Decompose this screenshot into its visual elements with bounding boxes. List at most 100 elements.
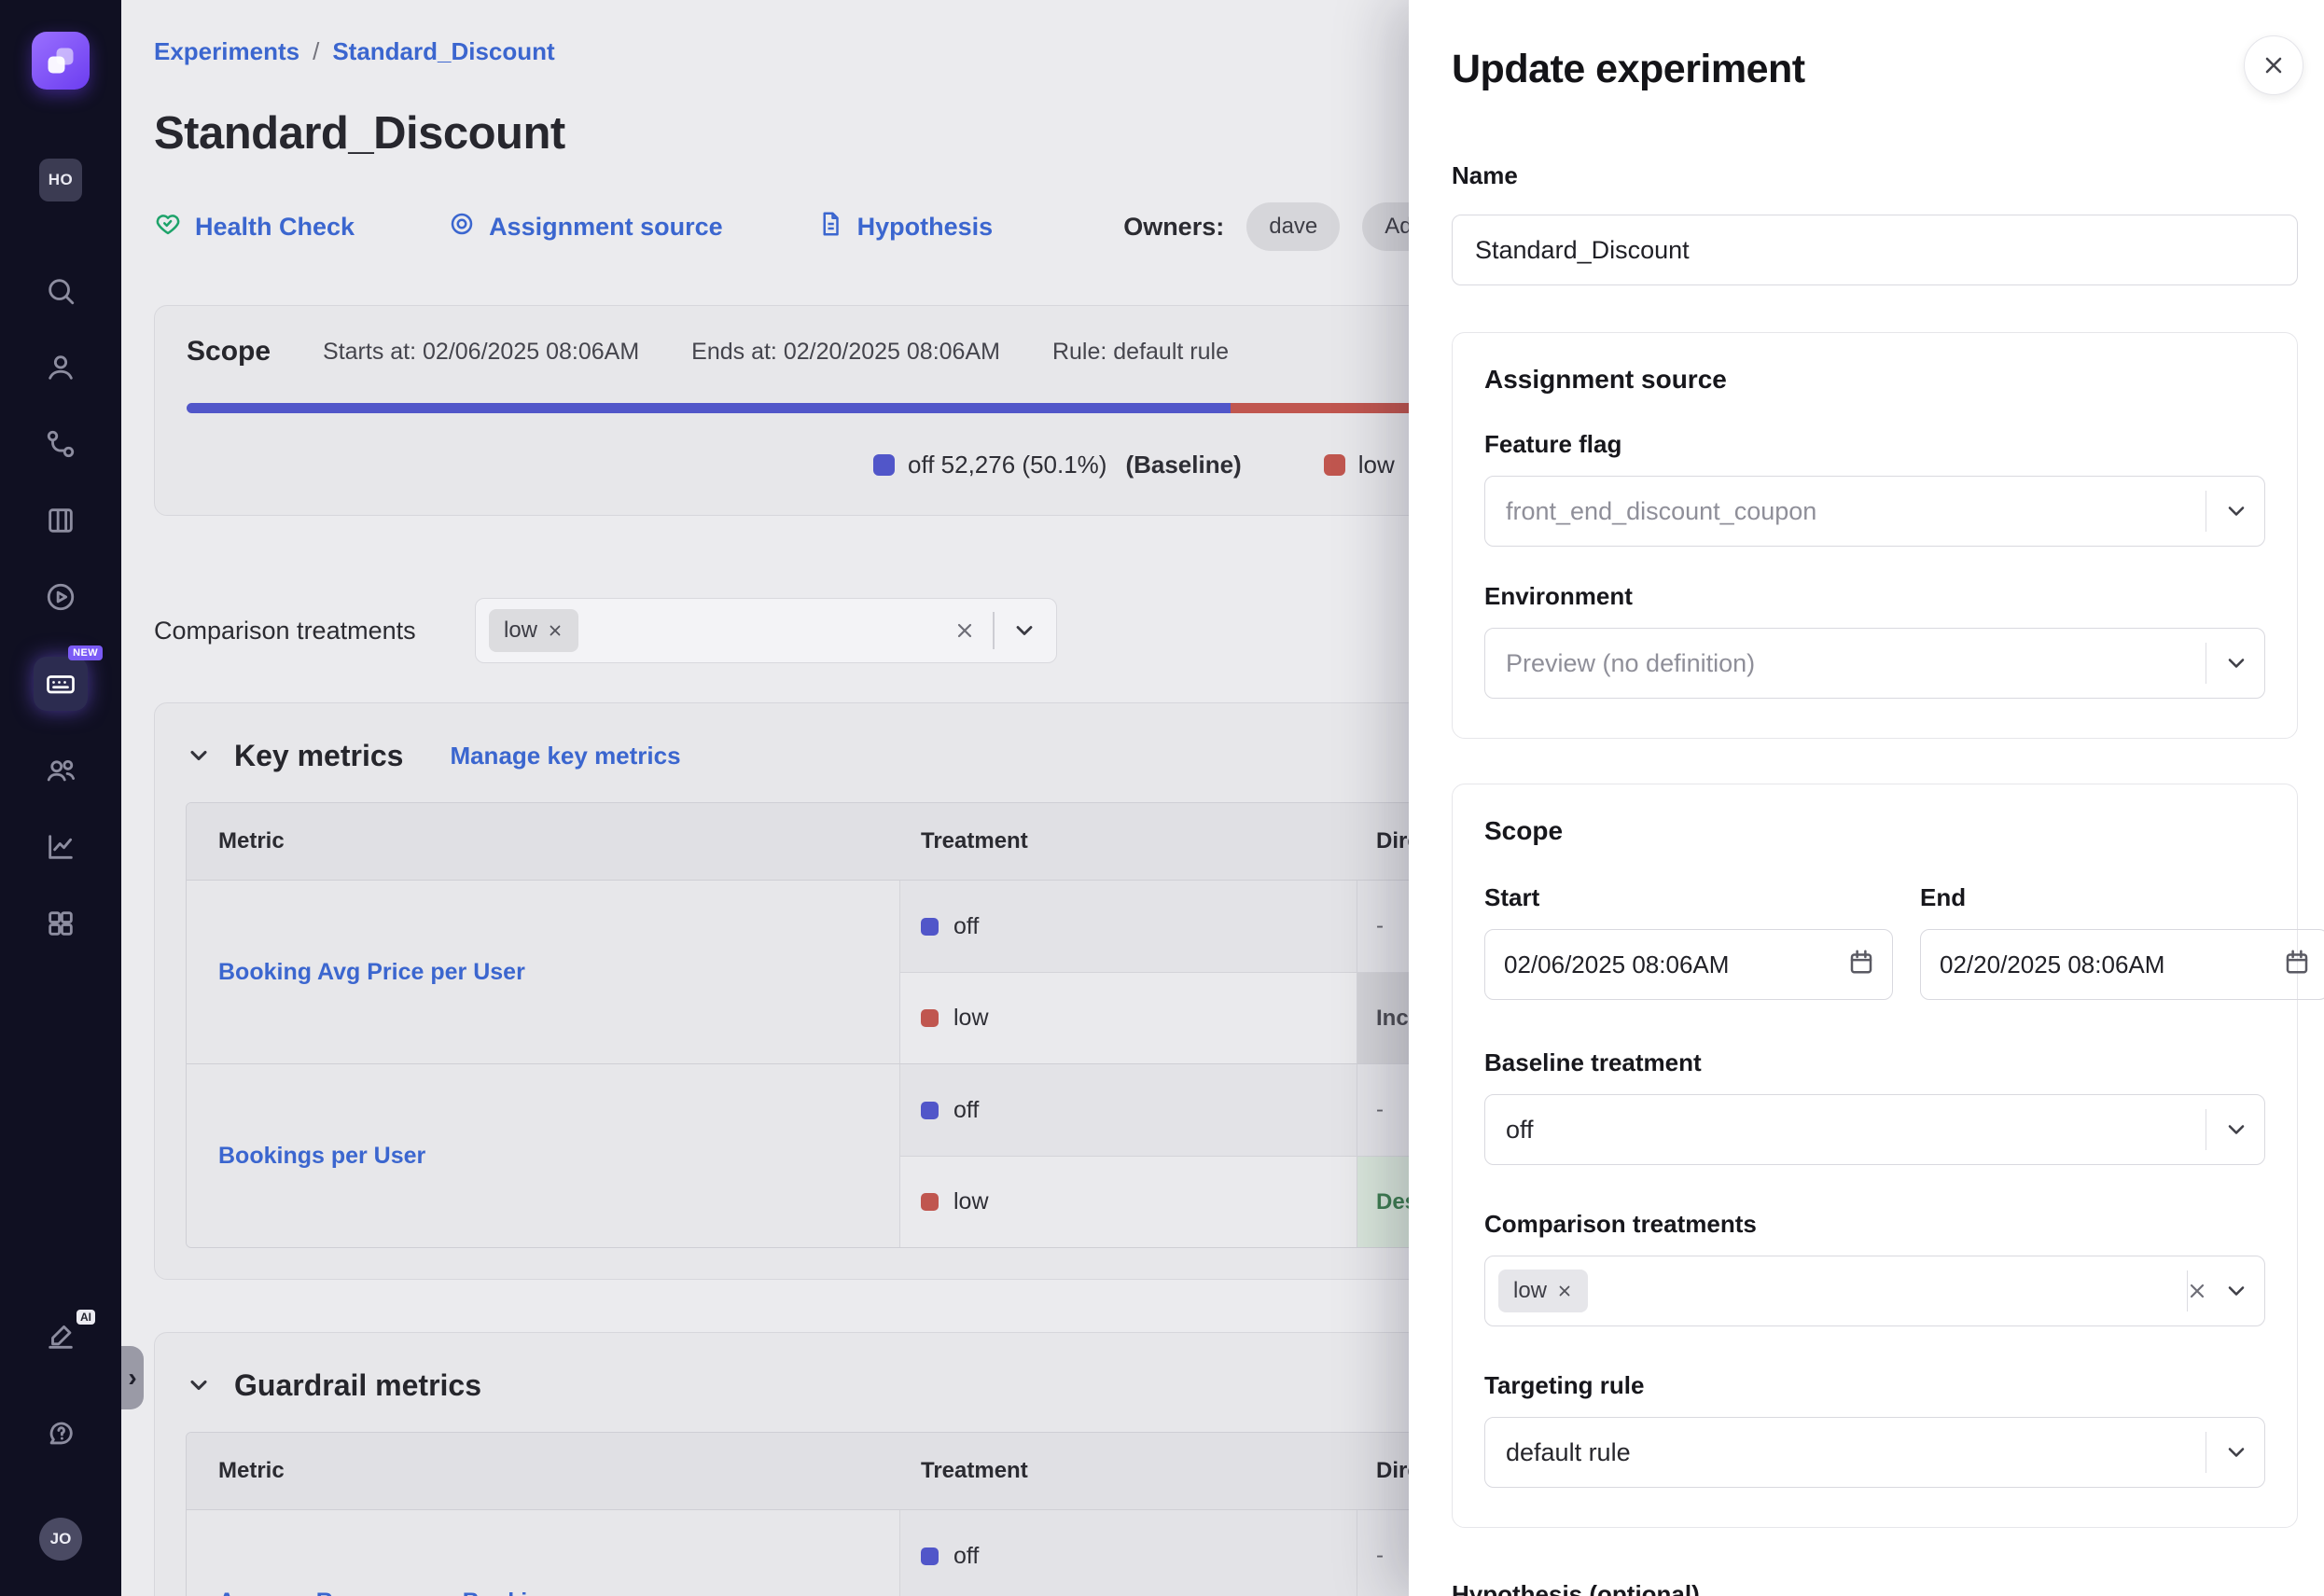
chevron-down-icon[interactable] [2223, 1278, 2249, 1304]
health-check-link[interactable]: Health Check [154, 210, 355, 244]
collapse-chevron-icon[interactable] [186, 742, 212, 769]
date-range-row: Start 02/06/2025 08:06AM End 02/20/2025 … [1484, 883, 2265, 1000]
metric-link[interactable]: Average Revenue per Booking [218, 1589, 556, 1596]
baseline-treatment-select[interactable]: off [1484, 1094, 2265, 1165]
combo-divider [993, 612, 995, 649]
metric-cell: Booking Avg Price per User [187, 881, 900, 1063]
select-controls [2206, 1432, 2249, 1473]
chevron-down-icon[interactable] [2223, 650, 2249, 676]
comparison-treatments-label: Comparison treatments [154, 617, 475, 645]
comparison-treatments-select[interactable]: low [475, 598, 1057, 663]
scope-rule: Rule: default rule [1052, 339, 1229, 366]
targeting-rule-value: default rule [1506, 1438, 1631, 1467]
treatment-swatch-off [921, 1547, 939, 1565]
treatment-swatch-off [921, 918, 939, 936]
end-date-input[interactable]: 02/20/2025 08:06AM [1920, 929, 2324, 1000]
metric-link[interactable]: Booking Avg Price per User [218, 959, 525, 986]
chevron-down-icon[interactable] [2223, 1439, 2249, 1465]
flow-split-icon[interactable] [44, 427, 77, 461]
search-icon[interactable] [44, 274, 77, 308]
legend-item-off: off 52,276 (50.1%) (Baseline) [873, 451, 1242, 479]
scope-starts-at: Starts at: 02/06/2025 08:06AM [323, 339, 639, 366]
metric-link[interactable]: Bookings per User [218, 1143, 425, 1170]
breadcrumb-link-experiment[interactable]: Standard_Discount [332, 37, 554, 66]
legend-label-off: off 52,276 (50.1%) [908, 451, 1106, 479]
hypothesis-link[interactable]: Hypothesis [816, 210, 994, 244]
treatment-name: off [953, 913, 979, 940]
close-icon [2261, 52, 2287, 78]
treatment-swatch-low [921, 1009, 939, 1027]
select-controls [2206, 1109, 2249, 1150]
calendar-icon[interactable] [2283, 948, 2311, 982]
columns-icon[interactable] [44, 504, 77, 537]
clear-selection-icon[interactable] [953, 619, 976, 642]
legend-swatch-low [1324, 454, 1345, 476]
start-date-input[interactable]: 02/06/2025 08:06AM [1484, 929, 1893, 1000]
owner-chip-dave[interactable]: dave [1246, 202, 1340, 251]
assignment-source-label: Assignment source [489, 213, 723, 242]
keyboard-icon[interactable]: NEW [34, 657, 88, 711]
feature-flag-select[interactable]: front_end_discount_coupon [1484, 476, 2265, 547]
legend-label-low: low [1358, 451, 1395, 479]
sidebar-nav: NEW [34, 274, 88, 940]
start-date-value: 02/06/2025 08:06AM [1504, 951, 1729, 979]
chevron-down-icon[interactable] [2223, 498, 2249, 524]
legend-item-low: low [1324, 451, 1395, 479]
environment-value: Preview (no definition) [1506, 649, 1755, 678]
close-drawer-button[interactable] [2244, 35, 2303, 95]
breadcrumb-link-experiments[interactable]: Experiments [154, 37, 299, 66]
manage-key-metrics-link[interactable]: Manage key metrics [450, 742, 680, 770]
clear-selection-icon[interactable] [2186, 1280, 2208, 1302]
sidebar-expand-handle[interactable]: › [121, 1346, 144, 1409]
treatment-chip-low-label: low [1513, 1278, 1547, 1304]
chip-remove-icon[interactable] [1556, 1283, 1573, 1299]
start-label: Start [1484, 883, 1893, 912]
select-controls [2187, 1270, 2249, 1311]
user-icon[interactable] [44, 351, 77, 384]
guardrail-metrics-title: Guardrail metrics [234, 1368, 481, 1403]
feature-flag-value: front_end_discount_coupon [1506, 497, 1816, 526]
targeting-rule-select[interactable]: default rule [1484, 1417, 2265, 1488]
help-chat-icon[interactable] [43, 1416, 78, 1451]
health-check-label: Health Check [195, 213, 355, 242]
treatment-chip-low[interactable]: low [489, 609, 578, 652]
split-segment-off [187, 403, 1231, 413]
collapse-chevron-icon[interactable] [186, 1372, 212, 1398]
environment-label: Environment [1484, 582, 2265, 611]
dashboard-grid-icon[interactable] [44, 907, 77, 940]
treatment-chip-low[interactable]: low [1498, 1270, 1588, 1312]
ai-badge: AI [77, 1310, 95, 1325]
assignment-source-title: Assignment source [1484, 365, 2265, 395]
comparison-treatments-multiselect[interactable]: low [1484, 1256, 2265, 1326]
chevron-down-icon[interactable] [1011, 618, 1037, 644]
metric-cell: Bookings per User [187, 1064, 900, 1247]
targeting-rule-label: Targeting rule [1484, 1371, 2265, 1400]
line-chart-icon[interactable] [44, 830, 77, 864]
chip-remove-icon[interactable] [547, 622, 564, 639]
document-icon [816, 210, 844, 244]
col-header-metric: Metric [187, 828, 900, 854]
treatment-name: low [953, 1188, 989, 1215]
people-icon[interactable] [44, 754, 77, 787]
scope-ends-at: Ends at: 02/20/2025 08:06AM [691, 339, 1000, 366]
assignment-source-link[interactable]: Assignment source [448, 210, 723, 244]
combo-controls [953, 612, 1037, 649]
breadcrumb-separator: / [313, 37, 319, 66]
select-controls [2206, 643, 2249, 684]
experiment-name-input[interactable] [1452, 215, 2298, 285]
play-circle-icon[interactable] [44, 580, 77, 614]
treatment-name: low [953, 1005, 989, 1032]
end-label: End [1920, 883, 2324, 912]
ai-writer-icon[interactable]: AI [43, 1319, 78, 1354]
workspace-badge[interactable]: HO [39, 159, 82, 201]
select-controls [2206, 491, 2249, 532]
legend-swatch-off [873, 454, 895, 476]
app-logo[interactable] [32, 32, 90, 90]
comparison-treatments-label: Comparison treatments [1484, 1210, 2265, 1239]
calendar-icon[interactable] [1847, 948, 1875, 982]
user-avatar[interactable]: JO [39, 1518, 82, 1561]
environment-select[interactable]: Preview (no definition) [1484, 628, 2265, 699]
chevron-down-icon[interactable] [2223, 1117, 2249, 1143]
start-date-col: Start 02/06/2025 08:06AM [1484, 883, 1893, 1000]
clear-selection-icon[interactable] [2136, 1280, 2158, 1302]
